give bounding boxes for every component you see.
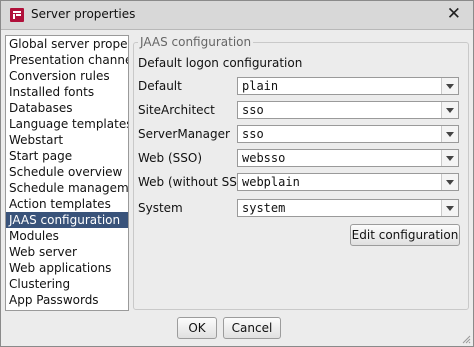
default-select[interactable]: plain xyxy=(237,77,459,95)
chevron-down-icon[interactable] xyxy=(441,126,458,142)
nav-item-databases[interactable]: Databases xyxy=(6,100,128,116)
nav-item-web-server[interactable]: Web server xyxy=(6,244,128,260)
nav-item-language-templates[interactable]: Language templates xyxy=(6,116,128,132)
servermanager-label: ServerManager xyxy=(138,127,230,141)
resize-grip-icon[interactable] xyxy=(461,334,471,344)
chevron-down-icon[interactable] xyxy=(441,150,458,166)
section-heading: Default logon configuration xyxy=(138,56,303,70)
system-label: System xyxy=(138,201,183,215)
sitearchitect-label: SiteArchitect xyxy=(138,103,215,117)
chevron-down-icon[interactable] xyxy=(441,78,458,94)
chevron-down-icon[interactable] xyxy=(441,200,458,216)
sitearchitect-select[interactable]: sso xyxy=(237,101,459,119)
web-sso-value: websso xyxy=(242,151,286,165)
cancel-button[interactable]: Cancel xyxy=(223,317,281,339)
nav-item-clustering[interactable]: Clustering xyxy=(6,276,128,292)
system-value: system xyxy=(242,201,286,215)
web-without-sso-value: webplain xyxy=(242,175,300,189)
server-properties-window: Server properties ✕ Global server proper… xyxy=(0,0,474,347)
nav-item-installed-fonts[interactable]: Installed fonts xyxy=(6,84,128,100)
edit-configuration-button[interactable]: Edit configuration xyxy=(350,224,460,246)
web-without-sso-select[interactable]: webplain xyxy=(237,173,459,191)
default-value: plain xyxy=(242,79,279,93)
servermanager-value: sso xyxy=(242,127,264,141)
nav-item-presentation-channels[interactable]: Presentation channels xyxy=(6,52,128,68)
close-icon[interactable]: ✕ xyxy=(447,4,461,24)
chevron-down-icon[interactable] xyxy=(441,174,458,190)
default-label: Default xyxy=(138,79,182,93)
web-sso-label: Web (SSO) xyxy=(138,151,203,165)
chevron-down-icon[interactable] xyxy=(441,102,458,118)
web-sso-select[interactable]: websso xyxy=(237,149,459,167)
sitearchitect-value: sso xyxy=(242,103,264,117)
window-title: Server properties xyxy=(31,7,136,21)
nav-item-start-page[interactable]: Start page xyxy=(6,148,128,164)
web-without-sso-label: Web (without SSO) xyxy=(138,175,251,189)
nav-item-schedule-management[interactable]: Schedule management xyxy=(6,180,128,196)
nav-item-action-templates[interactable]: Action templates xyxy=(6,196,128,212)
nav-item-jaas-configuration[interactable]: JAAS configuration xyxy=(6,212,128,228)
category-list[interactable]: Global server properties Presentation ch… xyxy=(5,35,129,311)
system-select[interactable]: system xyxy=(237,199,459,217)
group-legend: JAAS configuration xyxy=(138,35,254,49)
title-bar[interactable]: Server properties ✕ xyxy=(1,1,473,30)
nav-item-web-applications[interactable]: Web applications xyxy=(6,260,128,276)
nav-item-schedule-overview[interactable]: Schedule overview xyxy=(6,164,128,180)
nav-item-conversion-rules[interactable]: Conversion rules xyxy=(6,68,128,84)
nav-item-app-passwords[interactable]: App Passwords xyxy=(6,292,128,308)
servermanager-select[interactable]: sso xyxy=(237,125,459,143)
nav-item-global-server-properties[interactable]: Global server properties xyxy=(6,36,128,52)
app-icon xyxy=(10,8,24,22)
nav-item-webstart[interactable]: Webstart xyxy=(6,132,128,148)
nav-item-modules[interactable]: Modules xyxy=(6,228,128,244)
ok-button[interactable]: OK xyxy=(177,317,217,339)
